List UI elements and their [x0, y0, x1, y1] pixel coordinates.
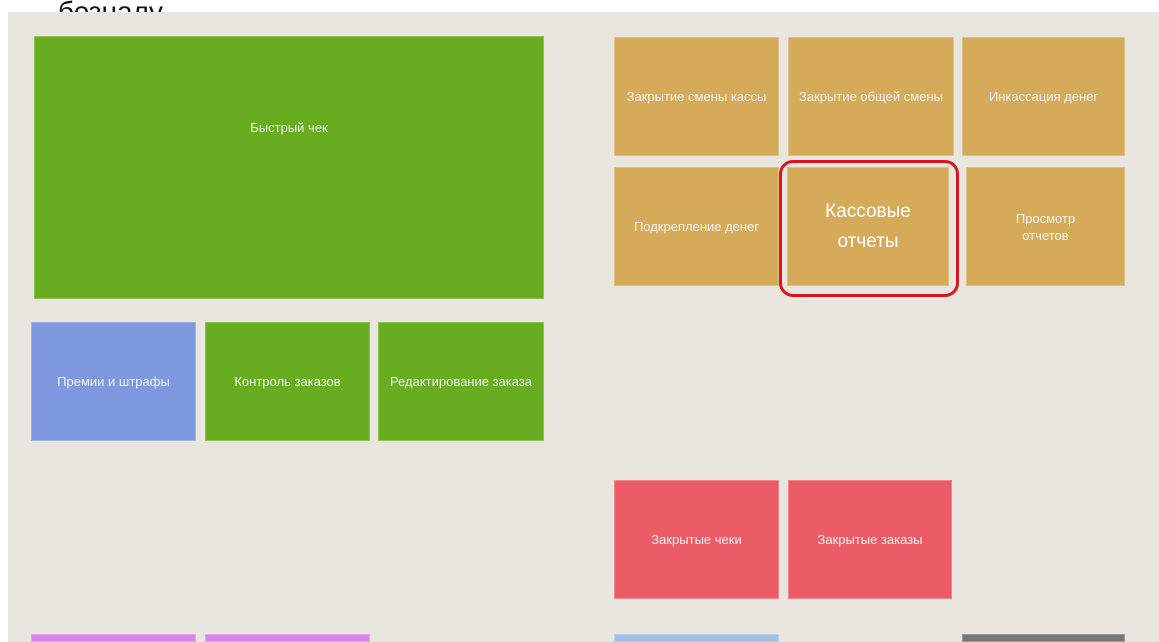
cash-reports-tile[interactable]: Кассовые отчеты — [787, 167, 949, 286]
order-control-label: Контроль заказов — [234, 374, 341, 389]
cash-collection-label: Инкассация денег — [988, 89, 1099, 104]
closed-checks-tile[interactable]: Закрытые чеки — [614, 480, 779, 599]
order-control-tile[interactable]: Контроль заказов — [205, 322, 370, 441]
closed-orders-label: Закрытые заказы — [817, 532, 923, 547]
view-reports-label: Просмотр отчетов — [1015, 210, 1076, 243]
cash-collection-tile[interactable]: Инкассация денег — [962, 37, 1125, 156]
view-reports-tile[interactable]: Просмотр отчетов — [966, 167, 1125, 286]
order-editing-tile[interactable]: Редактирование заказа — [378, 322, 544, 441]
bonuses-fines-label: Премии и штрафы — [57, 374, 170, 389]
quick-check-label: Быстрый чек — [250, 120, 328, 135]
cash-reports-label: Кассовые отчеты — [825, 200, 911, 252]
bottom-tile-2[interactable] — [205, 634, 370, 642]
bonuses-fines-tile[interactable]: Премии и штрафы — [31, 322, 196, 441]
close-general-shift-tile[interactable]: Закрытие общей смены — [788, 37, 954, 156]
closed-checks-label: Закрытые чеки — [651, 532, 742, 547]
close-general-shift-label: Закрытие общей смены — [799, 89, 943, 104]
cash-reinforcement-label: Подкрепление денег — [633, 219, 760, 234]
bottom-tile-3[interactable] — [614, 634, 779, 642]
close-register-shift-tile[interactable]: Закрытие смены кассы — [614, 37, 779, 156]
closed-orders-tile[interactable]: Закрытые заказы — [788, 480, 952, 599]
close-register-shift-label: Закрытие смены кассы — [626, 89, 767, 104]
cash-reinforcement-tile[interactable]: Подкрепление денег — [614, 167, 779, 286]
order-editing-label: Редактирование заказа — [389, 374, 533, 389]
bottom-tile-1[interactable] — [31, 634, 196, 642]
bottom-tile-4[interactable] — [962, 634, 1125, 642]
quick-check-tile[interactable]: Быстрый чек — [34, 36, 544, 299]
